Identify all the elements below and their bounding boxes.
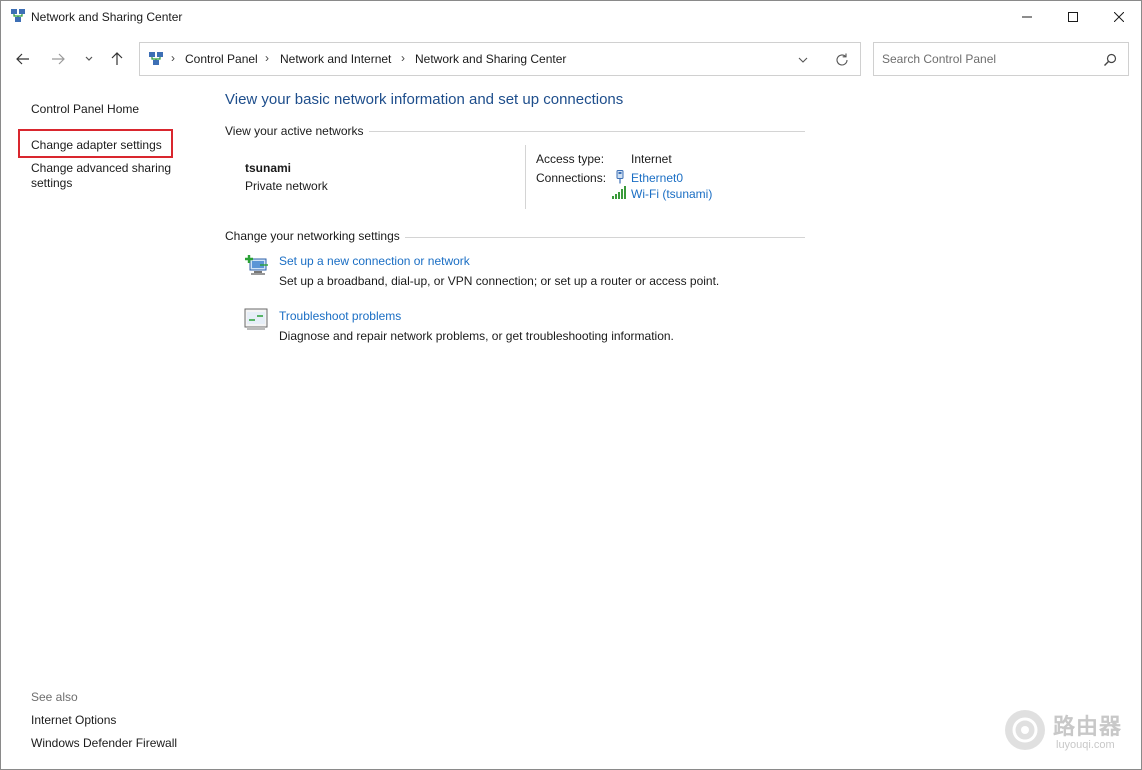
up-arrow-icon (111, 52, 123, 65)
address-dropdown-button[interactable] (796, 53, 810, 67)
back-button[interactable] (13, 49, 33, 69)
wifi-signal-icon (612, 186, 628, 200)
search-placeholder: Search Control Panel (882, 52, 997, 66)
close-icon (1114, 12, 1124, 22)
change-networking-settings-heading: Change your networking settings (225, 229, 400, 243)
watermark-subtext: luyouqi.com (1056, 739, 1115, 751)
active-networks-heading: View your active networks (225, 124, 364, 138)
title-bar: Network and Sharing Center (1, 1, 1141, 33)
refresh-icon (836, 53, 848, 66)
recent-locations-button[interactable] (79, 49, 99, 69)
setup-new-connection-description: Set up a broadband, dial-up, or VPN conn… (279, 274, 720, 288)
troubleshoot-icon (244, 308, 270, 332)
network-category[interactable]: Private network (245, 179, 328, 193)
back-arrow-icon (16, 53, 29, 65)
window: Network and Sharing Center › Control Pan… (0, 0, 1142, 770)
access-type-value: Internet (631, 152, 672, 166)
breadcrumb-separator-icon[interactable]: › (171, 51, 175, 65)
minimize-button[interactable] (1004, 1, 1050, 33)
wifi-tsunami-link[interactable]: Wi-Fi (tsunami) (631, 187, 712, 201)
maximize-button[interactable] (1050, 1, 1096, 33)
new-connection-icon (244, 253, 270, 277)
change-advanced-sharing-link[interactable]: Change advanced sharing (31, 161, 171, 175)
search-input[interactable]: Search Control Panel (873, 42, 1129, 76)
breadcrumb-control-panel[interactable]: Control Panel (185, 52, 258, 66)
control-panel-icon (149, 52, 163, 66)
ethernet-icon (614, 170, 626, 184)
close-button[interactable] (1096, 1, 1141, 33)
forward-arrow-icon (52, 53, 65, 65)
search-icon[interactable] (1103, 53, 1117, 67)
breadcrumb-network-and-internet[interactable]: Network and Internet (280, 52, 391, 66)
up-button[interactable] (107, 49, 127, 69)
change-adapter-settings-link[interactable]: Change adapter settings (31, 138, 162, 152)
control-panel-home-link[interactable]: Control Panel Home (31, 102, 139, 116)
network-name: tsunami (245, 161, 292, 175)
section-divider (405, 237, 805, 238)
setup-new-connection-link[interactable]: Set up a new connection or network (279, 254, 470, 268)
window-title: Network and Sharing Center (31, 10, 183, 24)
chevron-down-icon (798, 57, 808, 63)
ethernet0-link[interactable]: Ethernet0 (631, 171, 683, 185)
connections-label: Connections: (536, 171, 607, 185)
troubleshoot-problems-description: Diagnose and repair network problems, or… (279, 329, 674, 343)
breadcrumb-separator-icon[interactable]: › (265, 51, 269, 65)
breadcrumb-network-and-sharing-center[interactable]: Network and Sharing Center (415, 52, 566, 66)
forward-button[interactable] (48, 49, 68, 69)
breadcrumb-separator-icon[interactable]: › (401, 51, 405, 65)
minimize-icon (1022, 16, 1032, 18)
page-title: View your basic network information and … (225, 91, 624, 108)
refresh-button[interactable] (834, 52, 850, 68)
chevron-down-icon (85, 56, 93, 61)
windows-defender-firewall-link[interactable]: Windows Defender Firewall (31, 736, 177, 750)
network-info-divider (525, 145, 526, 209)
watermark-text: 路由器 (1053, 714, 1123, 739)
section-divider (369, 131, 805, 132)
troubleshoot-problems-link[interactable]: Troubleshoot problems (279, 309, 401, 323)
address-bar[interactable]: › Control Panel › Network and Internet ›… (139, 42, 861, 76)
internet-options-link[interactable]: Internet Options (31, 713, 116, 727)
see-also-heading: See also (31, 690, 78, 704)
access-type-label: Access type: (536, 152, 605, 166)
watermark-logo-icon (1003, 708, 1047, 752)
maximize-icon (1068, 12, 1078, 22)
change-advanced-sharing-link-line2[interactable]: settings (31, 176, 72, 190)
network-center-icon (11, 9, 25, 23)
